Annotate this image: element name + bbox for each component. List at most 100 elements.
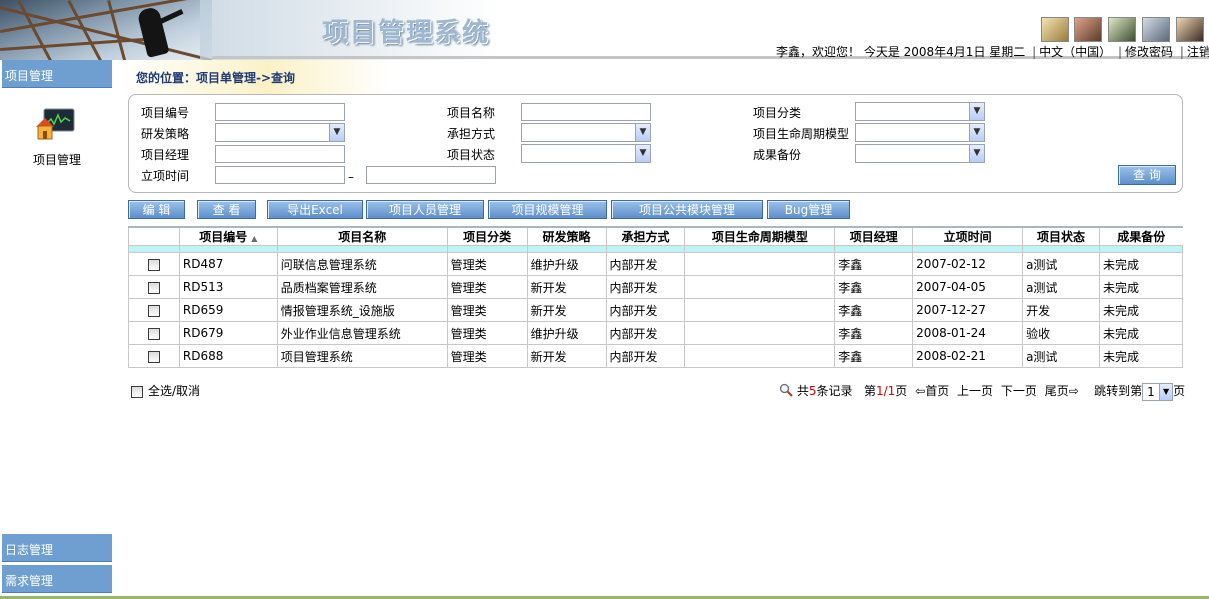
project-management-icon[interactable] (34, 107, 76, 143)
cell-manager: 李鑫 (834, 275, 914, 299)
column-header-manager[interactable]: 项目经理 (834, 226, 913, 246)
logout-link[interactable]: 注销 (1187, 45, 1209, 59)
cell-lifecycle (684, 298, 836, 322)
table-row[interactable]: RD513 品质档案管理系统 管理类 新开发 内部开发 李鑫 2007-04-0… (128, 275, 1183, 299)
project-scale-button[interactable]: 项目规模管理 (488, 200, 607, 219)
page-indicator: 1/1 (875, 384, 896, 398)
app-title: 项目管理系统 (322, 18, 491, 48)
cell-name: 品质档案管理系统 (276, 275, 448, 299)
language-link[interactable]: 中文（中国） (1039, 45, 1111, 59)
table-row[interactable]: RD688 项目管理系统 管理类 新开发 内部开发 李鑫 2008-02-21 … (128, 344, 1183, 368)
table-row[interactable]: RD679 外业作业信息管理系统 管理类 维护升级 内部开发 李鑫 2008-0… (128, 321, 1183, 345)
row-checkbox[interactable] (147, 350, 160, 363)
cell-backup: 未完成 (1099, 321, 1183, 345)
column-header-code[interactable]: 项目编号 ▲ (178, 226, 278, 246)
query-button[interactable]: 查 询 (1118, 165, 1176, 185)
edit-button[interactable]: 编 辑 (128, 200, 185, 219)
bug-management-button[interactable]: Bug管理 (767, 200, 850, 219)
column-header-date[interactable]: 立项时间 (912, 226, 1023, 246)
project-management-label[interactable]: 项目管理 (33, 151, 81, 168)
cell-date: 2008-02-21 (912, 344, 1024, 368)
date-from-input[interactable] (215, 166, 345, 184)
avatar[interactable] (1142, 17, 1170, 42)
prev-page-link[interactable]: 上一页 (957, 384, 993, 398)
row-checkbox[interactable] (147, 281, 160, 294)
cell-lifecycle (684, 344, 836, 368)
cell-status: 验收 (1022, 321, 1100, 345)
column-header-backup[interactable]: 成果备份 (1099, 226, 1183, 246)
backup-select[interactable]: ▼ (855, 144, 985, 163)
cell-category: 管理类 (446, 321, 528, 345)
change-password-link[interactable]: 修改密码 (1125, 45, 1173, 59)
chevron-down-icon[interactable]: ▼ (635, 124, 650, 141)
manager-input[interactable] (215, 145, 345, 163)
lifecycle-select[interactable]: ▼ (855, 123, 985, 142)
avatar[interactable] (1108, 17, 1136, 42)
project-table: 项目编号 ▲ 项目名称 项目分类 研发策略 承担方式 项目生命周期模型 项目经理 … (128, 226, 1183, 368)
cell-undertake: 内部开发 (605, 252, 686, 276)
status-select[interactable]: ▼ (521, 144, 651, 163)
project-category-select[interactable]: ▼ (855, 102, 985, 121)
export-excel-button[interactable]: 导出Excel (267, 200, 363, 219)
cell-undertake: 内部开发 (605, 344, 686, 368)
column-header-status[interactable]: 项目状态 (1022, 226, 1100, 246)
column-header-strategy[interactable]: 研发策略 (526, 226, 606, 246)
cell-manager: 李鑫 (834, 321, 914, 345)
cell-manager: 李鑫 (834, 252, 914, 276)
row-checkbox[interactable] (147, 327, 160, 340)
date-to-input[interactable] (366, 166, 496, 184)
cell-code: RD688 (178, 344, 278, 368)
cell-manager: 李鑫 (834, 298, 914, 322)
strategy-select[interactable]: ▼ (215, 123, 345, 142)
sort-ascending-icon[interactable]: ▲ (251, 234, 257, 243)
avatar[interactable] (1041, 17, 1069, 42)
header: 项目管理系统 李鑫，欢迎您！ 今天是 2008年4月1日 星期二 | 中文（中国）… (0, 0, 1209, 60)
cell-code: RD513 (178, 275, 278, 299)
chevron-down-icon[interactable]: ▼ (635, 145, 650, 162)
cell-name: 外业作业信息管理系统 (276, 321, 448, 345)
select-all-checkbox[interactable] (131, 385, 143, 398)
column-header-name[interactable]: 项目名称 (276, 226, 448, 246)
chevron-down-icon[interactable]: ▼ (329, 124, 344, 141)
select-all[interactable]: 全选/取消 (131, 382, 200, 399)
last-page-icon[interactable]: ⇨ (1069, 384, 1079, 398)
page-jump-select[interactable]: 1 ▼ (1142, 382, 1174, 401)
first-page-icon[interactable]: ⇦ (915, 384, 925, 398)
project-module-button[interactable]: 项目公共模块管理 (611, 200, 763, 219)
project-code-input[interactable] (215, 103, 345, 121)
chevron-down-icon[interactable]: ▼ (1159, 383, 1173, 400)
row-checkbox[interactable] (147, 258, 160, 271)
view-button[interactable]: 查 看 (197, 200, 256, 219)
column-header-undertake[interactable]: 承担方式 (605, 226, 685, 246)
sidebar-item-project-management[interactable]: 项目管理 (2, 60, 112, 88)
project-staff-button[interactable]: 项目人员管理 (366, 200, 484, 219)
project-name-input[interactable] (521, 103, 651, 121)
row-checkbox[interactable] (147, 304, 160, 317)
cell-backup: 未完成 (1099, 344, 1183, 368)
avatar[interactable] (1074, 17, 1102, 42)
checkbox-column-header (128, 226, 180, 246)
sidebar-item-log-management[interactable]: 日志管理 (2, 534, 112, 562)
cell-undertake: 内部开发 (605, 321, 686, 345)
chevron-down-icon[interactable]: ▼ (969, 103, 984, 120)
column-header-lifecycle[interactable]: 项目生命周期模型 (684, 226, 835, 246)
avatar[interactable] (1176, 17, 1204, 42)
chevron-down-icon[interactable]: ▼ (969, 145, 984, 162)
table-row[interactable]: RD659 情报管理系统_设施版 管理类 新开发 内部开发 李鑫 2007-12… (128, 298, 1183, 322)
cell-date: 2007-12-27 (912, 298, 1024, 322)
undertake-select[interactable]: ▼ (521, 123, 651, 142)
sidebar-item-requirement-management[interactable]: 需求管理 (2, 565, 112, 593)
lifecycle-label: 项目生命周期模型 (753, 127, 850, 141)
select-all-label[interactable]: 全选/取消 (148, 384, 200, 398)
cell-strategy: 新开发 (526, 298, 607, 322)
cell-name: 情报管理系统_设施版 (276, 298, 448, 322)
cell-code: RD659 (178, 298, 278, 322)
manager-label: 项目经理 (141, 148, 190, 162)
column-header-category[interactable]: 项目分类 (446, 226, 528, 246)
last-page-link[interactable]: 尾页 (1045, 384, 1069, 398)
next-page-link[interactable]: 下一页 (1001, 384, 1037, 398)
undertake-label: 承担方式 (447, 127, 496, 141)
table-row[interactable]: RD487 问联信息管理系统 管理类 维护升级 内部开发 李鑫 2007-02-… (128, 252, 1183, 276)
chevron-down-icon[interactable]: ▼ (969, 124, 984, 141)
first-page-link[interactable]: 首页 (925, 384, 949, 398)
